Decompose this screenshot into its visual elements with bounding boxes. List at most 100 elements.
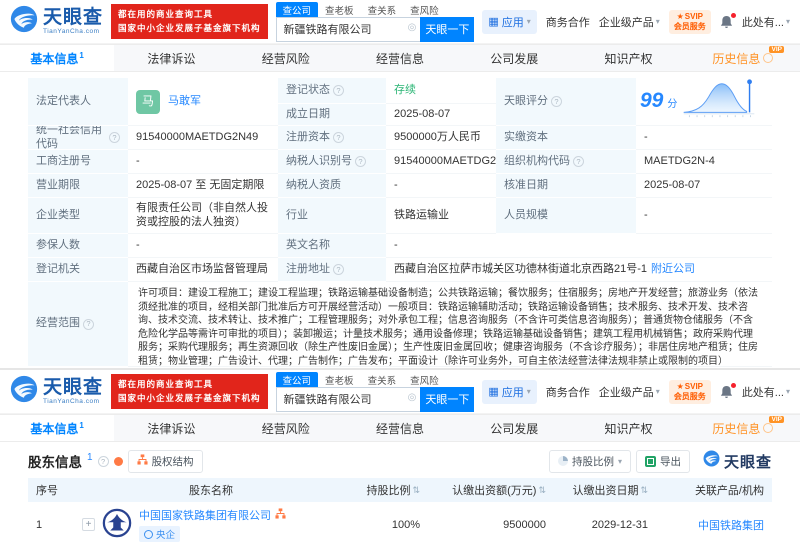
apps-menu-button[interactable]: ▦ 应用 ▾ [482, 9, 537, 34]
logo-text: 天眼查 [43, 6, 104, 28]
promo-banner: 都在用的商业查询工具 国家中小企业发展子基金旗下机构 [111, 374, 268, 409]
help-icon[interactable]: ? [551, 96, 562, 107]
search-tab-boss[interactable]: 查老板 [318, 372, 361, 387]
tab-operating-risk[interactable]: 经营风险 [229, 415, 343, 441]
tab-history-label: 历史信息 [712, 421, 761, 436]
col-header-ratio: 持股比例 ⇅ [348, 482, 428, 498]
svip-sublabel: 会员服务 [673, 391, 706, 401]
shareholder-name-link[interactable]: 中国国家铁路集团有限公司 [139, 507, 271, 523]
search-input[interactable] [275, 386, 421, 412]
score-label: 天眼评分 [504, 94, 548, 107]
credit-code-label: 统一社会信用代码 [36, 126, 102, 150]
tab-operating-info[interactable]: 经营信息 [343, 415, 457, 441]
related-product-link[interactable]: 中国铁路集团 [698, 520, 764, 532]
legal-rep-avatar[interactable]: 马 [136, 89, 160, 114]
score-trend-chart[interactable] [681, 78, 757, 125]
search-tab-boss[interactable]: 查老板 [318, 2, 361, 17]
notification-bell-icon[interactable] [720, 382, 736, 399]
help-icon[interactable]: ? [333, 132, 344, 143]
equity-structure-button[interactable]: 股权结构 [127, 449, 203, 473]
search-button[interactable]: 天眼一下 [420, 386, 475, 412]
help-icon[interactable]: ? [333, 264, 344, 275]
apps-label: 应用 [501, 386, 524, 399]
camera-icon[interactable]: ◎ [408, 392, 417, 403]
field-label-biz-scope: 经营范围? [28, 282, 128, 367]
search-tab-risk[interactable]: 查风险 [403, 2, 446, 17]
field-label-score: 天眼评分? [496, 78, 636, 126]
notification-bell-icon[interactable] [720, 12, 736, 29]
score-unit: 分 [667, 99, 678, 111]
tab-history-info[interactable]: VIP 历史信息 [686, 415, 800, 441]
field-label-paid-capital: 实缴资本 [496, 126, 636, 150]
tab-lawsuit[interactable]: 法律诉讼 [114, 45, 228, 71]
nav-products[interactable]: 企业级产品 ▾ [599, 384, 660, 400]
taxpayer-id-label: 纳税人识别号 [286, 154, 352, 167]
search-tab-company[interactable]: 查公司 [275, 371, 319, 387]
search-button[interactable]: 天眼一下 [420, 16, 475, 42]
help-icon[interactable]: ? [573, 156, 584, 167]
svip-badge[interactable]: ★ SVIP 会员服务 [668, 9, 711, 34]
sort-icon[interactable]: ⇅ [640, 485, 648, 496]
nav-more[interactable]: 此处有... ▾ [742, 14, 790, 30]
tab-basic-info[interactable]: 基本信息 1 [0, 415, 115, 441]
search-tab-relation[interactable]: 查关系 [361, 372, 404, 387]
field-label-biz-term: 营业期限 [28, 174, 128, 198]
field-value-reg-status: 存续 [386, 78, 496, 104]
sort-by-ratio-button[interactable]: 持股比例 ▾ [548, 449, 631, 473]
shareholder-name-cell: + 中国国家铁路集团有限公司 央企 [74, 507, 348, 542]
apps-menu-button[interactable]: ▦ 应用 ▾ [482, 379, 537, 404]
reg-address-label: 注册地址 [286, 262, 330, 275]
svip-badge[interactable]: ★ SVIP 会员服务 [668, 379, 711, 404]
nav-products[interactable]: 企业级产品 ▾ [599, 14, 660, 30]
tab-operating-risk[interactable]: 经营风险 [229, 45, 343, 71]
tab-company-development[interactable]: 公司发展 [457, 415, 571, 441]
search-input[interactable] [275, 16, 421, 42]
field-value-biz-term: 2025-08-07 至 无固定期限 [128, 174, 278, 198]
central-enterprise-badge: 央企 [139, 526, 181, 542]
sort-icon[interactable]: ⇅ [412, 485, 420, 496]
tab-intellectual-property[interactable]: 知识产权 [571, 415, 685, 441]
field-label-english-name: 英文名称 [278, 234, 386, 258]
tab-company-development[interactable]: 公司发展 [457, 45, 571, 71]
nav-cooperation[interactable]: 商务合作 [546, 14, 590, 30]
org-chart-icon [137, 454, 148, 468]
help-icon[interactable]: ? [83, 318, 94, 330]
nav-cooperation[interactable]: 商务合作 [546, 384, 590, 400]
banner-line2: 国家中小企业发展子基金旗下机构 [118, 22, 261, 33]
search-tab-risk[interactable]: 查风险 [403, 372, 446, 387]
export-label: 导出 [659, 455, 681, 468]
chevron-down-icon: ▾ [526, 17, 531, 26]
nearby-companies-link[interactable]: 附近公司 [651, 263, 695, 277]
screenshot-basic-info: 天眼查 TianYanCha.com 都在用的商业查询工具 国家中小企业发展子基金… [0, 0, 800, 368]
tab-operating-info[interactable]: 经营信息 [343, 45, 457, 71]
nav-products-label: 企业级产品 [598, 386, 654, 399]
pie-icon [557, 456, 568, 466]
field-value-credit-code: 91540000MAETDG2N49 [128, 126, 278, 150]
help-icon[interactable]: ? [97, 455, 109, 467]
search-tab-company[interactable]: 查公司 [275, 1, 319, 17]
shareholder-amount: 9500000 [503, 518, 546, 531]
export-button[interactable]: 导出 [635, 449, 690, 473]
chevron-down-icon: ▾ [617, 456, 622, 466]
nav-more[interactable]: 此处有... ▾ [742, 384, 790, 400]
field-value-est-date: 2025-08-07 [386, 104, 496, 126]
tab-lawsuit[interactable]: 法律诉讼 [114, 415, 228, 441]
help-icon[interactable]: ? [109, 132, 120, 143]
tab-basic-info[interactable]: 基本信息 1 [0, 45, 115, 71]
col-header-ratio-label: 持股比例 [366, 485, 411, 497]
tianyancha-logo[interactable]: 天眼查 TianYanCha.com [10, 375, 103, 408]
org-chart-icon[interactable] [275, 508, 286, 522]
tianyancha-watermark: 天眼查 [703, 450, 772, 472]
help-icon[interactable]: ? [333, 85, 344, 96]
search-tab-relation[interactable]: 查关系 [361, 2, 404, 17]
tianyancha-logo[interactable]: 天眼查 TianYanCha.com [10, 5, 103, 38]
tab-history-info[interactable]: VIP 历史信息 [686, 45, 800, 71]
expand-button[interactable]: + [82, 518, 95, 531]
org-code-label: 组织机构代码 [504, 154, 570, 167]
help-icon[interactable]: ? [355, 156, 366, 167]
tab-intellectual-property[interactable]: 知识产权 [571, 45, 685, 71]
camera-icon[interactable]: ◎ [408, 22, 417, 33]
sort-icon[interactable]: ⇅ [538, 485, 546, 496]
vip-badge: VIP [769, 416, 784, 423]
legal-rep-name-link[interactable]: 马敢军 [168, 95, 201, 109]
